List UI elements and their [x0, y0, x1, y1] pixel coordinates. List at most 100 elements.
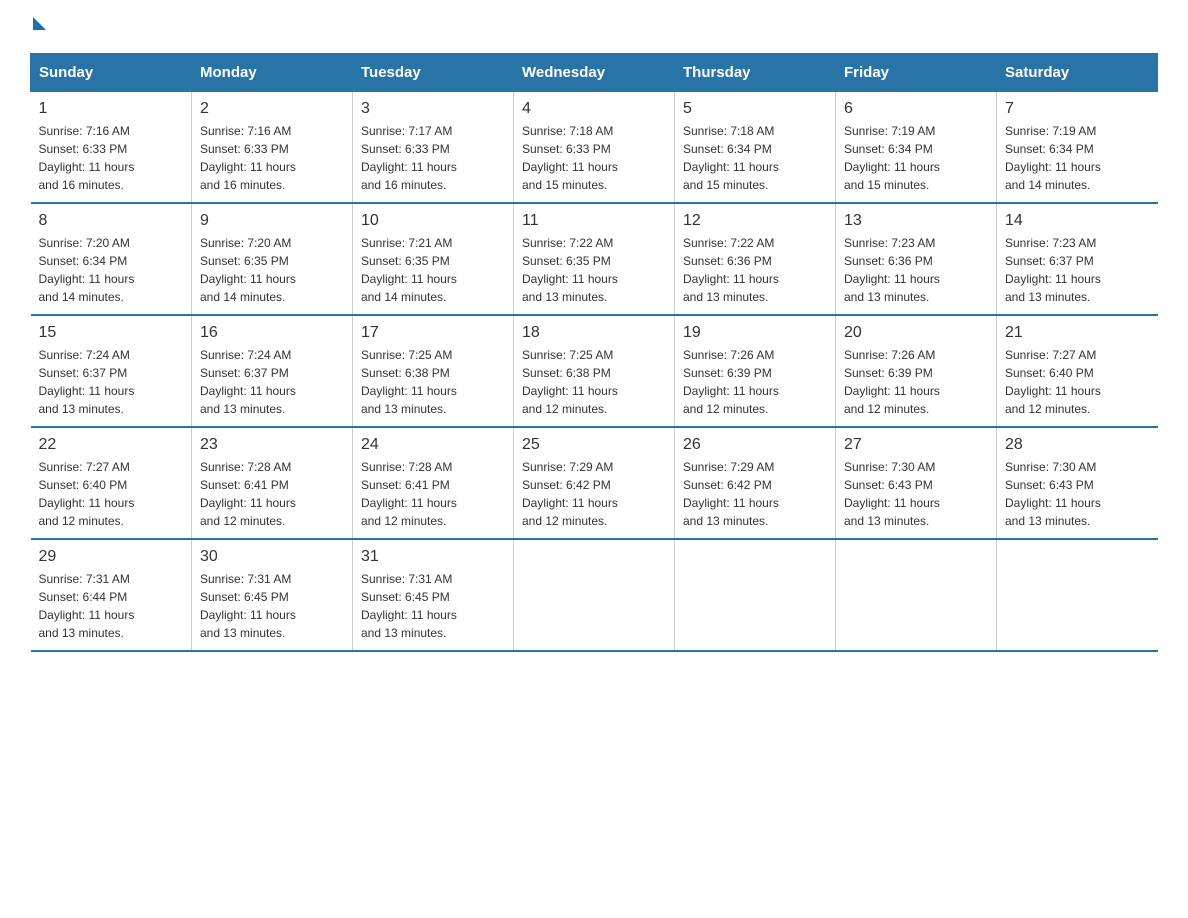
- day-number: 25: [522, 436, 666, 454]
- day-number: 17: [361, 324, 505, 342]
- page-header: [30, 20, 1158, 33]
- calendar-cell: 1 Sunrise: 7:16 AMSunset: 6:33 PMDayligh…: [31, 92, 192, 204]
- calendar-cell: 7 Sunrise: 7:19 AMSunset: 6:34 PMDayligh…: [997, 92, 1158, 204]
- day-info: Sunrise: 7:19 AMSunset: 6:34 PMDaylight:…: [1005, 122, 1150, 194]
- day-number: 29: [39, 548, 184, 566]
- calendar-cell: [997, 539, 1158, 651]
- day-number: 21: [1005, 324, 1150, 342]
- day-number: 10: [361, 212, 505, 230]
- day-info: Sunrise: 7:29 AMSunset: 6:42 PMDaylight:…: [522, 458, 666, 530]
- day-number: 18: [522, 324, 666, 342]
- col-friday: Friday: [836, 54, 997, 92]
- day-info: Sunrise: 7:28 AMSunset: 6:41 PMDaylight:…: [361, 458, 505, 530]
- day-info: Sunrise: 7:24 AMSunset: 6:37 PMDaylight:…: [200, 346, 344, 418]
- day-info: Sunrise: 7:30 AMSunset: 6:43 PMDaylight:…: [1005, 458, 1150, 530]
- day-number: 1: [39, 100, 184, 118]
- col-monday: Monday: [192, 54, 353, 92]
- logo: [30, 20, 46, 33]
- calendar-week-row: 1 Sunrise: 7:16 AMSunset: 6:33 PMDayligh…: [31, 92, 1158, 204]
- day-number: 28: [1005, 436, 1150, 454]
- calendar-cell: [514, 539, 675, 651]
- calendar-cell: 28 Sunrise: 7:30 AMSunset: 6:43 PMDaylig…: [997, 427, 1158, 539]
- day-number: 5: [683, 100, 827, 118]
- day-info: Sunrise: 7:20 AMSunset: 6:35 PMDaylight:…: [200, 234, 344, 306]
- calendar-body: 1 Sunrise: 7:16 AMSunset: 6:33 PMDayligh…: [31, 92, 1158, 652]
- day-number: 27: [844, 436, 988, 454]
- calendar-cell: 10 Sunrise: 7:21 AMSunset: 6:35 PMDaylig…: [353, 203, 514, 315]
- day-info: Sunrise: 7:18 AMSunset: 6:33 PMDaylight:…: [522, 122, 666, 194]
- header-row: Sunday Monday Tuesday Wednesday Thursday…: [31, 54, 1158, 92]
- calendar-cell: 6 Sunrise: 7:19 AMSunset: 6:34 PMDayligh…: [836, 92, 997, 204]
- day-number: 16: [200, 324, 344, 342]
- calendar-cell: 3 Sunrise: 7:17 AMSunset: 6:33 PMDayligh…: [353, 92, 514, 204]
- day-number: 2: [200, 100, 344, 118]
- day-info: Sunrise: 7:23 AMSunset: 6:36 PMDaylight:…: [844, 234, 988, 306]
- day-info: Sunrise: 7:26 AMSunset: 6:39 PMDaylight:…: [683, 346, 827, 418]
- day-number: 22: [39, 436, 184, 454]
- day-number: 7: [1005, 100, 1150, 118]
- day-number: 12: [683, 212, 827, 230]
- day-number: 19: [683, 324, 827, 342]
- day-info: Sunrise: 7:20 AMSunset: 6:34 PMDaylight:…: [39, 234, 184, 306]
- day-info: Sunrise: 7:17 AMSunset: 6:33 PMDaylight:…: [361, 122, 505, 194]
- calendar-cell: 24 Sunrise: 7:28 AMSunset: 6:41 PMDaylig…: [353, 427, 514, 539]
- day-number: 24: [361, 436, 505, 454]
- calendar-cell: 15 Sunrise: 7:24 AMSunset: 6:37 PMDaylig…: [31, 315, 192, 427]
- day-number: 20: [844, 324, 988, 342]
- calendar-cell: 11 Sunrise: 7:22 AMSunset: 6:35 PMDaylig…: [514, 203, 675, 315]
- day-info: Sunrise: 7:16 AMSunset: 6:33 PMDaylight:…: [39, 122, 184, 194]
- calendar-cell: 13 Sunrise: 7:23 AMSunset: 6:36 PMDaylig…: [836, 203, 997, 315]
- logo-general-text: [30, 20, 46, 33]
- calendar-cell: 27 Sunrise: 7:30 AMSunset: 6:43 PMDaylig…: [836, 427, 997, 539]
- calendar-cell: 8 Sunrise: 7:20 AMSunset: 6:34 PMDayligh…: [31, 203, 192, 315]
- calendar-cell: [836, 539, 997, 651]
- calendar-cell: 9 Sunrise: 7:20 AMSunset: 6:35 PMDayligh…: [192, 203, 353, 315]
- day-info: Sunrise: 7:26 AMSunset: 6:39 PMDaylight:…: [844, 346, 988, 418]
- logo-arrow-icon: [33, 17, 46, 30]
- calendar-cell: 23 Sunrise: 7:28 AMSunset: 6:41 PMDaylig…: [192, 427, 353, 539]
- calendar-week-row: 29 Sunrise: 7:31 AMSunset: 6:44 PMDaylig…: [31, 539, 1158, 651]
- calendar-header: Sunday Monday Tuesday Wednesday Thursday…: [31, 54, 1158, 92]
- calendar-cell: 26 Sunrise: 7:29 AMSunset: 6:42 PMDaylig…: [675, 427, 836, 539]
- day-number: 14: [1005, 212, 1150, 230]
- day-number: 26: [683, 436, 827, 454]
- calendar-cell: 16 Sunrise: 7:24 AMSunset: 6:37 PMDaylig…: [192, 315, 353, 427]
- calendar-cell: 12 Sunrise: 7:22 AMSunset: 6:36 PMDaylig…: [675, 203, 836, 315]
- calendar-cell: 20 Sunrise: 7:26 AMSunset: 6:39 PMDaylig…: [836, 315, 997, 427]
- day-info: Sunrise: 7:24 AMSunset: 6:37 PMDaylight:…: [39, 346, 184, 418]
- col-saturday: Saturday: [997, 54, 1158, 92]
- calendar-week-row: 15 Sunrise: 7:24 AMSunset: 6:37 PMDaylig…: [31, 315, 1158, 427]
- day-info: Sunrise: 7:31 AMSunset: 6:45 PMDaylight:…: [200, 570, 344, 642]
- calendar-table: Sunday Monday Tuesday Wednesday Thursday…: [30, 53, 1158, 652]
- calendar-cell: 18 Sunrise: 7:25 AMSunset: 6:38 PMDaylig…: [514, 315, 675, 427]
- day-number: 4: [522, 100, 666, 118]
- day-info: Sunrise: 7:28 AMSunset: 6:41 PMDaylight:…: [200, 458, 344, 530]
- day-info: Sunrise: 7:31 AMSunset: 6:44 PMDaylight:…: [39, 570, 184, 642]
- col-sunday: Sunday: [31, 54, 192, 92]
- day-info: Sunrise: 7:27 AMSunset: 6:40 PMDaylight:…: [1005, 346, 1150, 418]
- calendar-week-row: 8 Sunrise: 7:20 AMSunset: 6:34 PMDayligh…: [31, 203, 1158, 315]
- day-number: 11: [522, 212, 666, 230]
- day-number: 31: [361, 548, 505, 566]
- day-number: 30: [200, 548, 344, 566]
- calendar-cell: 5 Sunrise: 7:18 AMSunset: 6:34 PMDayligh…: [675, 92, 836, 204]
- day-number: 15: [39, 324, 184, 342]
- calendar-cell: 21 Sunrise: 7:27 AMSunset: 6:40 PMDaylig…: [997, 315, 1158, 427]
- day-info: Sunrise: 7:18 AMSunset: 6:34 PMDaylight:…: [683, 122, 827, 194]
- day-number: 3: [361, 100, 505, 118]
- day-number: 6: [844, 100, 988, 118]
- calendar-cell: 25 Sunrise: 7:29 AMSunset: 6:42 PMDaylig…: [514, 427, 675, 539]
- day-info: Sunrise: 7:22 AMSunset: 6:35 PMDaylight:…: [522, 234, 666, 306]
- calendar-cell: 14 Sunrise: 7:23 AMSunset: 6:37 PMDaylig…: [997, 203, 1158, 315]
- day-info: Sunrise: 7:25 AMSunset: 6:38 PMDaylight:…: [361, 346, 505, 418]
- calendar-cell: 4 Sunrise: 7:18 AMSunset: 6:33 PMDayligh…: [514, 92, 675, 204]
- day-info: Sunrise: 7:16 AMSunset: 6:33 PMDaylight:…: [200, 122, 344, 194]
- day-info: Sunrise: 7:19 AMSunset: 6:34 PMDaylight:…: [844, 122, 988, 194]
- calendar-cell: 2 Sunrise: 7:16 AMSunset: 6:33 PMDayligh…: [192, 92, 353, 204]
- day-info: Sunrise: 7:29 AMSunset: 6:42 PMDaylight:…: [683, 458, 827, 530]
- calendar-cell: 31 Sunrise: 7:31 AMSunset: 6:45 PMDaylig…: [353, 539, 514, 651]
- day-number: 13: [844, 212, 988, 230]
- col-thursday: Thursday: [675, 54, 836, 92]
- day-info: Sunrise: 7:30 AMSunset: 6:43 PMDaylight:…: [844, 458, 988, 530]
- calendar-cell: 22 Sunrise: 7:27 AMSunset: 6:40 PMDaylig…: [31, 427, 192, 539]
